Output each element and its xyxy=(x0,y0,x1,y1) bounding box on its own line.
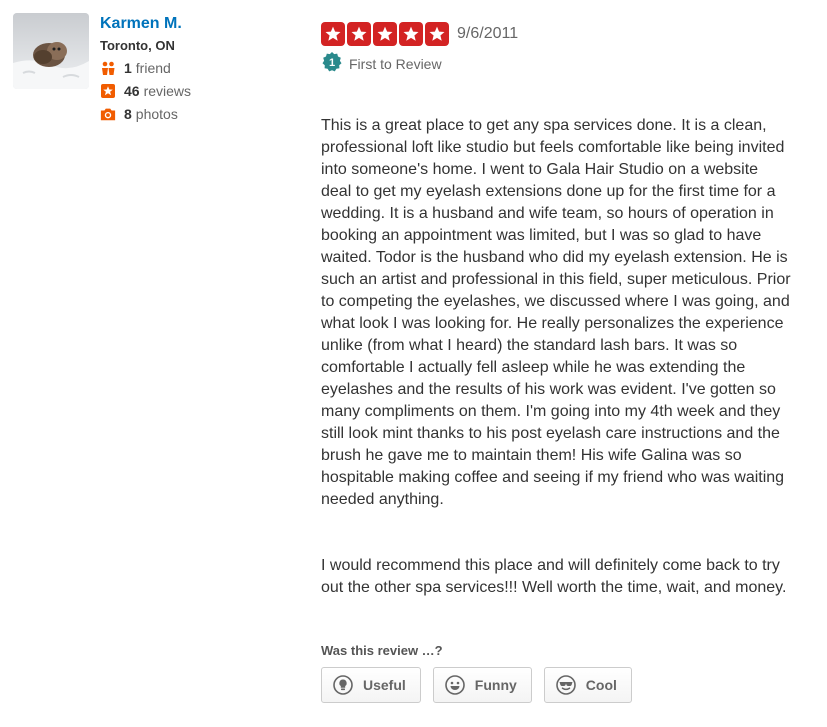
rating-star-icon xyxy=(321,22,345,46)
cool-label: Cool xyxy=(585,677,617,693)
review-content: 9/6/2011 1 First to Review This is a gre… xyxy=(321,22,791,703)
star-rating xyxy=(321,22,449,46)
useful-button[interactable]: Useful xyxy=(321,667,421,703)
avatar-photo xyxy=(13,13,89,89)
rating-star-icon xyxy=(373,22,397,46)
useful-label: Useful xyxy=(363,677,406,693)
rating-star-icon xyxy=(425,22,449,46)
vote-prompt: Was this review …? xyxy=(321,643,443,658)
star-icon xyxy=(100,83,116,99)
photo-count-number: 8 xyxy=(124,105,132,122)
review-count-label: reviews xyxy=(143,82,192,99)
friend-count: 1 friend xyxy=(100,56,280,79)
first-to-review-badge: 1 First to Review xyxy=(321,51,791,74)
review-date: 9/6/2011 xyxy=(457,25,519,42)
avatar[interactable] xyxy=(13,13,89,89)
vote-buttons: Useful Funny Cool xyxy=(321,667,791,703)
rating-star-icon xyxy=(399,22,423,46)
user-name-link[interactable]: Karmen M. xyxy=(100,13,280,35)
cool-button[interactable]: Cool xyxy=(543,667,632,703)
review-count-number: 46 xyxy=(124,82,140,99)
laughing-face-icon xyxy=(444,675,465,695)
photo-count: 8 photos xyxy=(100,102,280,125)
rating-row: 9/6/2011 xyxy=(321,22,791,46)
rating-star-icon xyxy=(347,22,371,46)
funny-label: Funny xyxy=(474,677,517,693)
review-paragraph: This is a great place to get any spa ser… xyxy=(321,117,791,508)
user-location: Toronto, ON xyxy=(100,38,175,53)
review-count: 46 reviews xyxy=(100,79,280,102)
badge-label: First to Review xyxy=(349,56,442,72)
badge-number: 1 xyxy=(329,57,335,69)
review-paragraph: I would recommend this place and will de… xyxy=(321,557,787,596)
lightbulb-icon xyxy=(333,675,353,695)
review-text: This is a great place to get any spa ser… xyxy=(321,93,791,621)
camera-icon xyxy=(100,106,116,122)
friends-icon xyxy=(100,60,116,76)
user-info: Karmen M. Toronto, ON 1 friend 46 review… xyxy=(100,13,280,125)
sunglasses-face-icon xyxy=(555,675,576,695)
friend-count-number: 1 xyxy=(124,59,132,76)
funny-button[interactable]: Funny xyxy=(432,667,532,703)
friend-count-label: friend xyxy=(135,59,171,76)
first-review-icon: 1 xyxy=(321,51,343,78)
photo-count-label: photos xyxy=(135,105,178,122)
